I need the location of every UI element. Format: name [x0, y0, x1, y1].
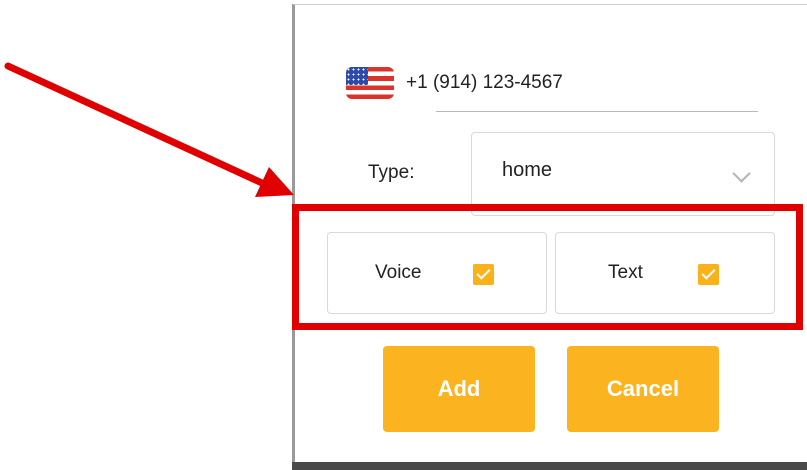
type-label: Type:	[368, 162, 415, 183]
flag-canton	[346, 67, 368, 85]
red-arrow-icon	[4, 62, 294, 197]
us-flag-icon[interactable]	[346, 67, 394, 99]
add-button[interactable]: Add	[383, 346, 535, 432]
panel-bottom-edge	[292, 462, 807, 470]
phone-number-value[interactable]: +1 (914) 123-4567	[406, 72, 563, 94]
chevron-down-icon	[732, 164, 751, 183]
highlight-box	[292, 204, 803, 330]
type-select-value: home	[502, 159, 553, 181]
phone-number-row[interactable]: +1 (914) 123-4567	[346, 66, 563, 100]
cancel-button[interactable]: Cancel	[567, 346, 719, 432]
phone-input-underline	[436, 111, 758, 112]
